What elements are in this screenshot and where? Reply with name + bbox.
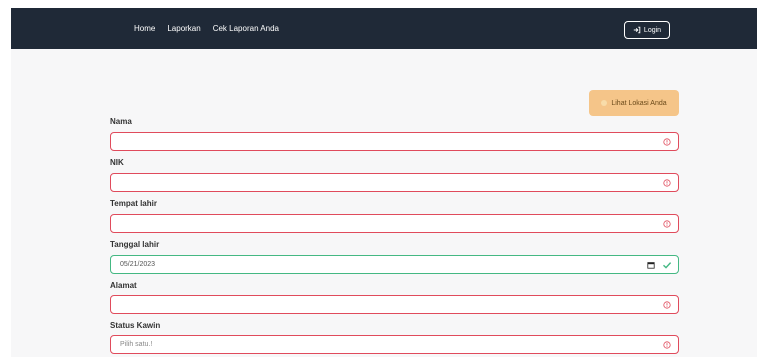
page-frame: Home Laporkan Cek Laporan Anda Login Lih… (11, 8, 757, 357)
label-nik: NIK (110, 158, 124, 167)
nav-link-cek-laporan[interactable]: Cek Laporan Anda (213, 24, 279, 33)
navbar: Home Laporkan Cek Laporan Anda Login (11, 8, 757, 49)
error-icon (663, 138, 671, 146)
login-button[interactable]: Login (624, 21, 670, 39)
error-icon (663, 220, 671, 228)
login-icon (633, 26, 641, 34)
status-kawin-placeholder: Pilih satu.! (120, 341, 153, 348)
location-button-label: Lihat Lokasi Anda (611, 99, 667, 107)
alamat-input[interactable] (110, 295, 679, 314)
tempat-lahir-input[interactable] (110, 214, 679, 233)
calendar-icon[interactable] (647, 261, 655, 269)
nav-link-home[interactable]: Home (134, 24, 155, 33)
check-icon (663, 262, 672, 269)
nav-links: Home Laporkan Cek Laporan Anda (134, 8, 291, 49)
tanggal-lahir-value: 05/21/2023 (120, 261, 156, 268)
label-nama: Nama (110, 117, 132, 126)
label-alamat: Alamat (110, 281, 137, 290)
label-tempat-lahir: Tempat lahir (110, 199, 157, 208)
location-icon (601, 100, 608, 106)
login-label: Login (643, 26, 662, 34)
label-tanggal-lahir: Tanggal lahir (110, 240, 160, 249)
status-kawin-select[interactable]: Pilih satu.! (110, 335, 679, 354)
location-button[interactable]: Lihat Lokasi Anda (589, 90, 679, 116)
error-icon (663, 301, 671, 309)
label-status-kawin: Status Kawin (110, 321, 161, 330)
error-icon (663, 179, 671, 187)
nik-input[interactable] (110, 173, 679, 192)
nav-link-laporkan[interactable]: Laporkan (167, 24, 200, 33)
nama-input[interactable] (110, 132, 679, 151)
tanggal-lahir-input[interactable]: 05/21/2023 (110, 255, 679, 274)
error-icon (663, 341, 671, 349)
